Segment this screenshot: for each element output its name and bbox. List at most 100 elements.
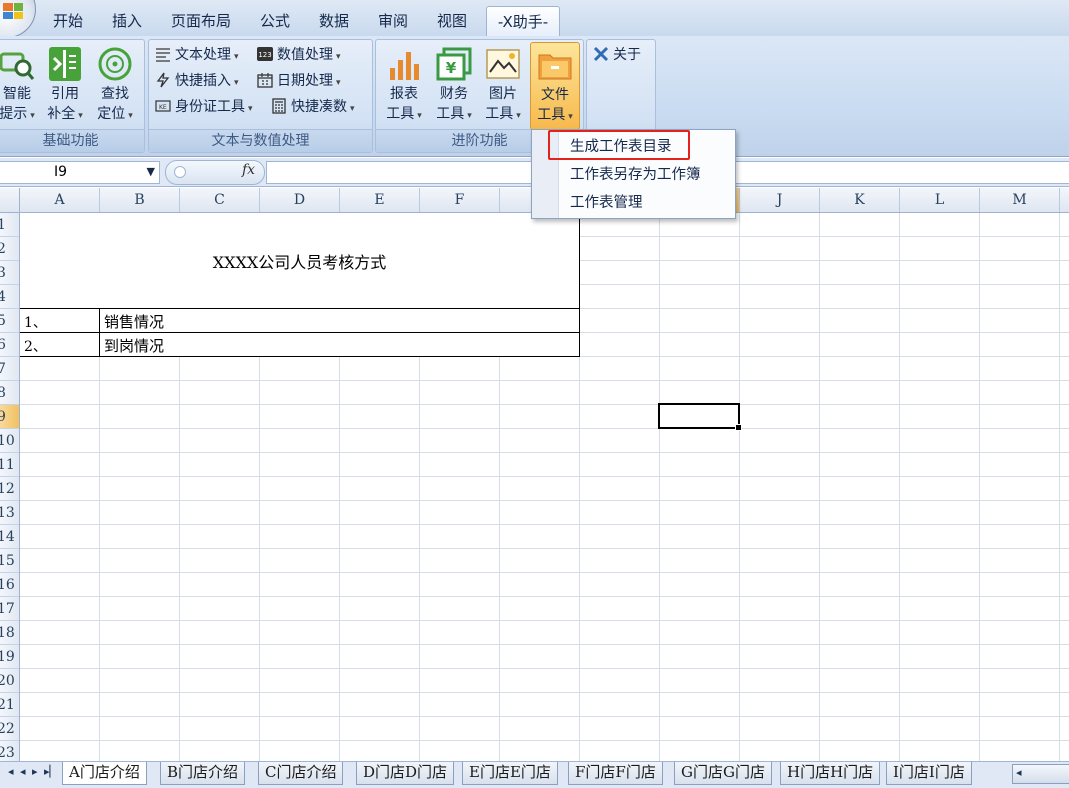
row-header[interactable]: 22: [0, 717, 19, 741]
row-header[interactable]: 10: [0, 429, 19, 453]
tab-data[interactable]: 数据: [310, 9, 358, 33]
number-processing-button[interactable]: 123 数值处理 ▾: [257, 44, 341, 66]
svg-text:123: 123: [258, 51, 271, 59]
prev-sheet-icon[interactable]: ◂: [20, 765, 26, 778]
file-tools-button[interactable]: 文件 工具 ▾: [530, 42, 580, 130]
sheet-tab-d[interactable]: D门店D门店: [356, 762, 455, 785]
search-hint-icon: [0, 52, 35, 80]
row-header[interactable]: 11: [0, 453, 19, 477]
row-header[interactable]: 14: [0, 525, 19, 549]
column-header-c[interactable]: C: [180, 188, 260, 212]
menu-save-sheet-as-workbook[interactable]: 工作表另存为工作簿: [570, 163, 701, 187]
tab-insert[interactable]: 插入: [103, 9, 151, 33]
cell-b6[interactable]: 到岗情况: [100, 333, 580, 357]
row-header[interactable]: 18: [0, 621, 19, 645]
row-header[interactable]: 13: [0, 501, 19, 525]
last-sheet-icon[interactable]: ▸▏: [44, 765, 58, 778]
column-header-l[interactable]: L: [900, 188, 980, 212]
active-cell-i9[interactable]: [658, 403, 742, 431]
column-header-e[interactable]: E: [340, 188, 420, 212]
expand-handle-icon[interactable]: [174, 166, 186, 178]
next-sheet-icon[interactable]: ▸: [32, 765, 38, 778]
group-text-number-label: 文本与数值处理: [149, 129, 372, 152]
column-header-a[interactable]: A: [20, 188, 100, 212]
row-header[interactable]: 6: [0, 333, 19, 357]
cell-a6[interactable]: 2、: [20, 333, 100, 357]
x-logo-icon: [593, 46, 609, 62]
folder-icon: [538, 54, 572, 80]
tab-page-layout[interactable]: 页面布局: [163, 9, 239, 33]
quick-sum-button[interactable]: 快捷凑数 ▾: [271, 96, 355, 118]
row-header-selected[interactable]: 9: [0, 405, 19, 429]
sheet-tab-e[interactable]: E门店E门店: [462, 762, 558, 785]
sheet-tab-g[interactable]: G门店G门店: [674, 762, 772, 785]
merged-title-cell[interactable]: XXXX公司人员考核方式: [20, 213, 580, 309]
about-button[interactable]: 关于: [593, 44, 641, 66]
tab-view[interactable]: 视图: [428, 9, 476, 33]
select-all-corner[interactable]: [0, 188, 20, 212]
name-box[interactable]: I9 ▼: [0, 161, 160, 184]
horizontal-scrollbar[interactable]: ◂: [1012, 764, 1069, 784]
row-header[interactable]: 4: [0, 285, 19, 309]
id-card-tools-button[interactable]: KE 身份证工具 ▾: [155, 96, 253, 118]
finance-tools-button[interactable]: ¥ 财务 工具 ▾: [432, 46, 476, 126]
row-header[interactable]: 1: [0, 213, 19, 237]
insert-function-icon[interactable]: fx: [242, 162, 255, 178]
fx-control: fx: [165, 160, 265, 185]
find-locate-button[interactable]: 查找 定位 ▾: [93, 46, 137, 126]
sheet-tab-a[interactable]: A门店介绍: [62, 762, 147, 785]
sheet-tab-b[interactable]: B门店介绍: [160, 762, 246, 785]
sheet-tab-c[interactable]: C门店介绍: [258, 762, 344, 785]
text-lines-icon: [156, 48, 170, 62]
image-icon: [486, 49, 520, 79]
text-processing-button[interactable]: 文本处理 ▾: [155, 44, 239, 66]
image-tools-label-2: 工具: [485, 106, 514, 122]
column-header-b[interactable]: B: [100, 188, 180, 212]
row-header[interactable]: 15: [0, 549, 19, 573]
reference-fill-label-2: 补全: [47, 106, 76, 122]
column-header-d[interactable]: D: [260, 188, 340, 212]
row-header[interactable]: 17: [0, 597, 19, 621]
row-header[interactable]: 12: [0, 477, 19, 501]
reference-fill-label-1: 引用: [51, 86, 79, 102]
tab-x-helper[interactable]: -X助手-: [486, 6, 560, 37]
row-header[interactable]: 16: [0, 573, 19, 597]
date-processing-button[interactable]: 日期处理 ▾: [257, 70, 341, 92]
office-button[interactable]: [0, 0, 36, 38]
reference-fill-button[interactable]: 引用 补全 ▾: [43, 46, 87, 126]
sheet-tab-h[interactable]: H门店H门店: [780, 762, 881, 785]
fill-handle[interactable]: [735, 424, 742, 431]
row-header[interactable]: 19: [0, 645, 19, 669]
report-tools-button[interactable]: 报表 工具 ▾: [382, 46, 426, 126]
sheet-tab-i[interactable]: I门店I门店: [886, 762, 972, 785]
column-header-m[interactable]: M: [980, 188, 1060, 212]
column-header-f[interactable]: F: [420, 188, 500, 212]
menu-sheet-management[interactable]: 工作表管理: [570, 191, 643, 215]
row-header[interactable]: 21: [0, 693, 19, 717]
cell-b5[interactable]: 销售情况: [100, 309, 580, 333]
tab-home[interactable]: 开始: [44, 9, 92, 33]
cell-a5[interactable]: 1、: [20, 309, 100, 333]
group-text-number: 文本处理 ▾ 123 数值处理 ▾ 快捷插入 ▾ 日期处理 ▾ KE 身份证工具 ▾ 快捷凑数…: [148, 39, 373, 153]
sheet-tab-f[interactable]: F门店F门店: [568, 762, 663, 785]
row-header[interactable]: 2: [0, 237, 19, 261]
image-tools-button[interactable]: 图片 工具 ▾: [481, 46, 525, 126]
tab-formulas[interactable]: 公式: [251, 9, 299, 33]
row-header[interactable]: 8: [0, 381, 19, 405]
smart-hint-button[interactable]: 智能 提示 ▾: [0, 46, 39, 126]
finance-tools-label-1: 财务: [440, 86, 468, 102]
row-header[interactable]: 5: [0, 309, 19, 333]
row-header[interactable]: 3: [0, 261, 19, 285]
name-box-dropdown-icon[interactable]: ▼: [147, 165, 155, 178]
row-header[interactable]: 20: [0, 669, 19, 693]
first-sheet-icon[interactable]: ◂: [8, 765, 14, 778]
find-locate-label-2: 定位: [97, 106, 126, 122]
row-header[interactable]: 7: [0, 357, 19, 381]
column-header-j[interactable]: J: [740, 188, 820, 212]
row-header[interactable]: 23: [0, 741, 19, 761]
tab-review[interactable]: 审阅: [369, 9, 417, 33]
column-header-k[interactable]: K: [820, 188, 900, 212]
quick-insert-button[interactable]: 快捷插入 ▾: [155, 70, 239, 92]
scroll-left-icon[interactable]: ◂: [1016, 766, 1022, 779]
file-tools-label-1: 文件: [541, 87, 569, 103]
